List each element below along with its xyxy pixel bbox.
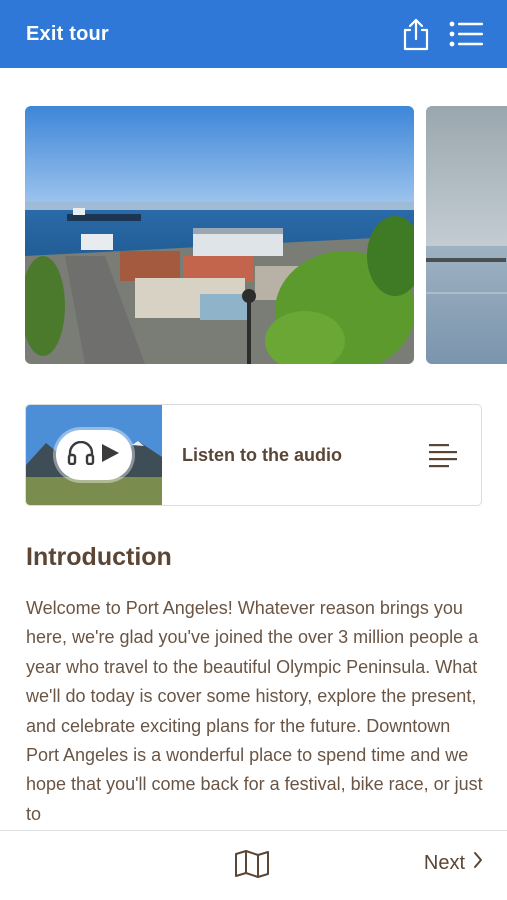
carousel-slide-harbor[interactable] (25, 106, 414, 364)
next-label: Next (423, 851, 465, 874)
play-icon (99, 442, 121, 469)
image-carousel[interactable] (0, 106, 507, 366)
headphones-icon (67, 440, 95, 470)
harbor-photo (25, 106, 414, 364)
audio-thumbnail (26, 405, 162, 505)
introduction-body: Welcome to Port Angeles! Whatever reason… (26, 598, 483, 824)
header-actions (399, 17, 483, 51)
bottom-bar: Next (0, 830, 507, 900)
chevron-right-icon (473, 851, 483, 875)
transcript-lines-icon[interactable] (423, 435, 463, 475)
share-icon[interactable] (399, 17, 433, 51)
map-icon[interactable] (233, 848, 271, 880)
play-audio-button[interactable] (56, 430, 132, 480)
introduction-heading: Introduction (26, 543, 172, 571)
list-menu-icon[interactable] (449, 17, 483, 51)
listen-audio-label[interactable]: Listen to the audio (162, 445, 423, 466)
shoreline-photo (426, 106, 507, 364)
top-bar: Exit tour (0, 0, 507, 68)
carousel-slide-shoreline[interactable] (426, 106, 507, 364)
exit-tour-button[interactable]: Exit tour (26, 23, 109, 46)
audio-player-card[interactable]: Listen to the audio (25, 404, 482, 506)
next-button[interactable]: Next (424, 851, 483, 875)
